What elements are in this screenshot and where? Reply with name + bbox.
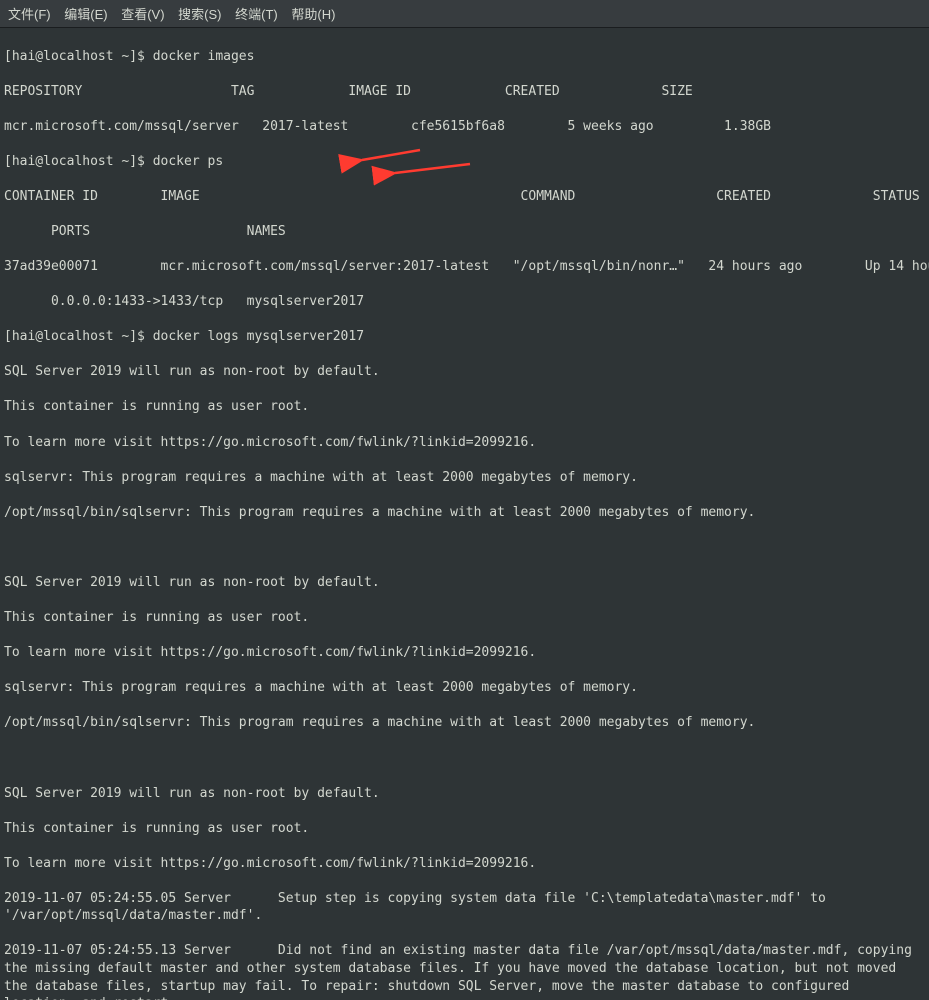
log-line: SQL Server 2019 will run as non-root by …	[4, 363, 925, 381]
prompt-line-logs: [hai@localhost ~]$ docker logs mysqlserv…	[4, 328, 925, 346]
menu-file[interactable]: 文件(F)	[8, 7, 51, 22]
blank-line	[4, 749, 925, 767]
docker-ps-row: 37ad39e00071 mcr.microsoft.com/mssql/ser…	[4, 258, 925, 276]
prompt-line: [hai@localhost ~]$ docker images	[4, 48, 925, 66]
log-line: SQL Server 2019 will run as non-root by …	[4, 785, 925, 803]
menubar: 文件(F) 编辑(E) 查看(V) 搜索(S) 终端(T) 帮助(H)	[0, 0, 929, 28]
log-line: /opt/mssql/bin/sqlservr: This program re…	[4, 714, 925, 732]
log-line: 2019-11-07 05:24:55.13 Server Did not fi…	[4, 942, 925, 1000]
docker-images-header: REPOSITORY TAG IMAGE ID CREATED SIZE	[4, 83, 925, 101]
docker-ps-header-2: PORTS NAMES	[4, 223, 925, 241]
log-line: sqlservr: This program requires a machin…	[4, 679, 925, 697]
menu-help[interactable]: 帮助(H)	[291, 7, 335, 22]
log-line: To learn more visit https://go.microsoft…	[4, 855, 925, 873]
menu-edit[interactable]: 编辑(E)	[64, 7, 107, 22]
blank-line	[4, 539, 925, 557]
log-line: To learn more visit https://go.microsoft…	[4, 644, 925, 662]
log-line: To learn more visit https://go.microsoft…	[4, 434, 925, 452]
docker-ps-row-2: 0.0.0.0:1433->1433/tcp mysqlserver2017	[4, 293, 925, 311]
docker-ps-header: CONTAINER ID IMAGE COMMAND CREATED STATU…	[4, 188, 925, 206]
menu-search[interactable]: 搜索(S)	[178, 7, 221, 22]
terminal-output[interactable]: [hai@localhost ~]$ docker images REPOSIT…	[0, 28, 929, 1000]
menu-view[interactable]: 查看(V)	[121, 7, 164, 22]
log-line: sqlservr: This program requires a machin…	[4, 469, 925, 487]
docker-images-row: mcr.microsoft.com/mssql/server 2017-late…	[4, 118, 925, 136]
log-line: SQL Server 2019 will run as non-root by …	[4, 574, 925, 592]
log-line: This container is running as user root.	[4, 820, 925, 838]
log-line: This container is running as user root.	[4, 609, 925, 627]
log-line: 2019-11-07 05:24:55.05 Server Setup step…	[4, 890, 925, 925]
prompt-line: [hai@localhost ~]$ docker ps	[4, 153, 925, 171]
log-line: This container is running as user root.	[4, 398, 925, 416]
log-line: /opt/mssql/bin/sqlservr: This program re…	[4, 504, 925, 522]
menu-terminal[interactable]: 终端(T)	[235, 7, 278, 22]
